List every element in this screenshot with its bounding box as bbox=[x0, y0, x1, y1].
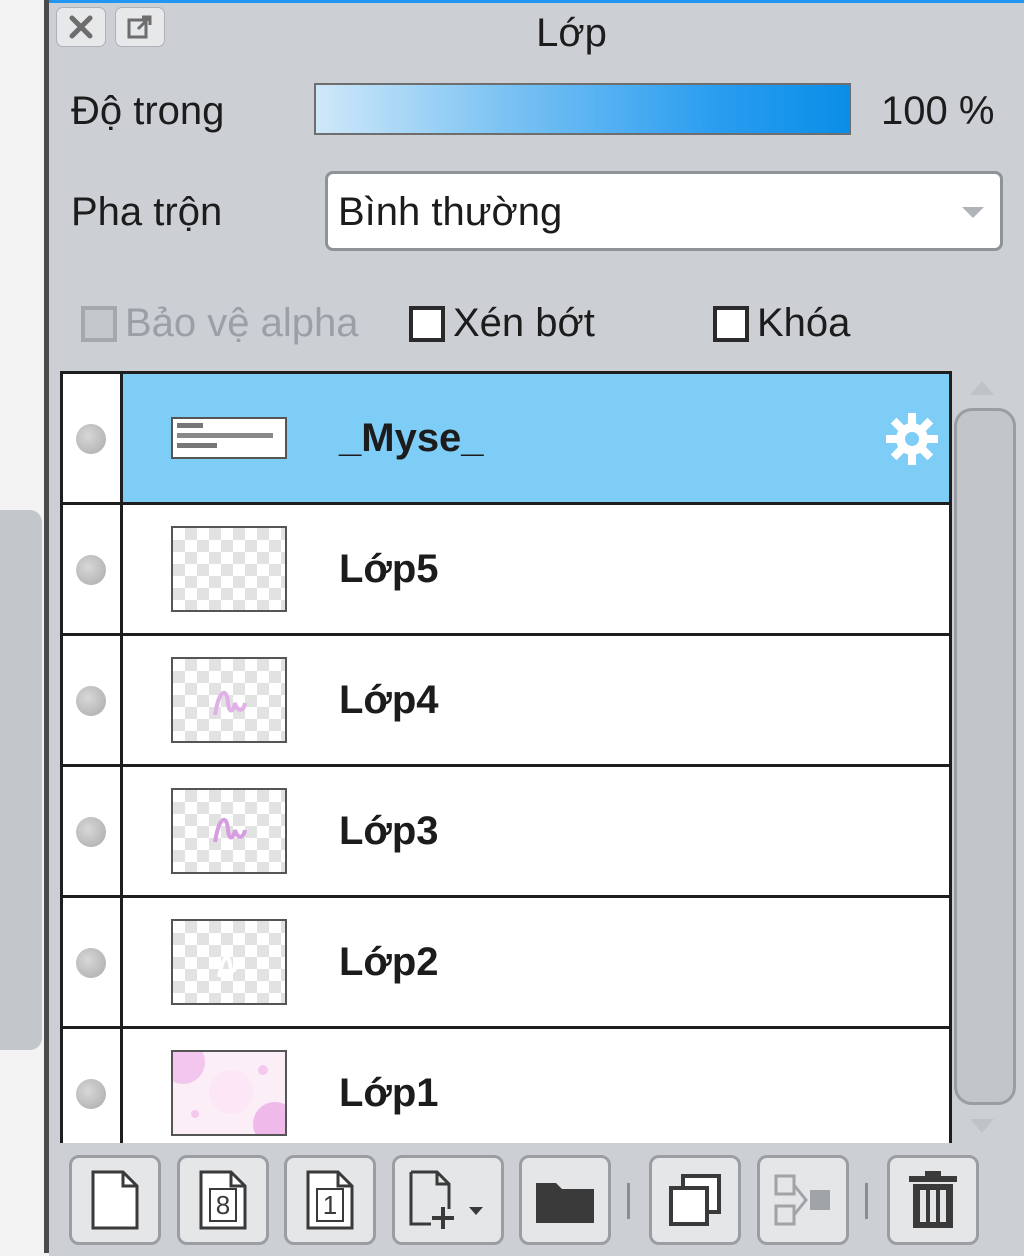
gear-icon[interactable] bbox=[883, 410, 941, 468]
checkbox-box bbox=[81, 305, 117, 342]
layer-row-lop4[interactable]: Lớp4 bbox=[63, 636, 949, 767]
clipping-checkbox[interactable]: Xén bớt bbox=[409, 301, 595, 346]
layer-row-body[interactable]: Lớp4 bbox=[123, 636, 949, 764]
layer-thumbnail bbox=[171, 417, 287, 459]
layer-row-body[interactable]: Lớp2 bbox=[123, 898, 949, 1026]
new-layer-icon bbox=[91, 1170, 139, 1230]
layer-row-body[interactable]: Lớp3 bbox=[123, 767, 949, 895]
checkbox-label: Xén bớt bbox=[453, 301, 595, 345]
layer-row-lop2[interactable]: Lớp2 bbox=[63, 898, 949, 1029]
layer-name: Lớp4 bbox=[339, 678, 439, 722]
lock-checkbox[interactable]: Khóa bbox=[713, 301, 850, 346]
blend-mode-value: Bình thường bbox=[338, 190, 563, 234]
layer-row-lop1[interactable]: Lớp1 bbox=[63, 1029, 949, 1143]
checkbox-box bbox=[713, 305, 749, 342]
visibility-toggle[interactable] bbox=[76, 1079, 106, 1109]
layer-thumbnail bbox=[171, 526, 287, 612]
blend-mode-select[interactable]: Bình thường bbox=[325, 171, 1003, 251]
new-layer-menu-icon bbox=[409, 1170, 483, 1229]
protect-alpha-checkbox[interactable]: Bảo vệ alpha bbox=[81, 301, 359, 346]
layer-thumbnail bbox=[161, 1040, 297, 1143]
layer-row-lop5[interactable]: Lớp5 bbox=[63, 505, 949, 636]
layer-row-body[interactable]: Lớp5 bbox=[123, 505, 949, 633]
layer-thumbnail bbox=[171, 657, 287, 743]
panel-title: Lớp bbox=[536, 11, 607, 55]
opacity-slider[interactable] bbox=[314, 83, 851, 135]
checkbox-label: Bảo vệ alpha bbox=[125, 301, 359, 345]
layer-thumbnail bbox=[171, 919, 287, 1005]
merge-down-icon bbox=[774, 1174, 830, 1226]
toolbar-separator bbox=[627, 1183, 630, 1219]
toolbar-separator bbox=[865, 1183, 868, 1219]
layers-panel: Lớp Độ trong 100 % Pha trộn Bình thường … bbox=[49, 0, 1024, 1256]
layer-row-body[interactable]: _Myse_ bbox=[123, 374, 949, 502]
checkbox-box bbox=[409, 305, 445, 342]
duplicate-icon bbox=[669, 1174, 721, 1226]
delete-layer-button[interactable] bbox=[887, 1155, 979, 1245]
opacity-label: Độ trong bbox=[71, 89, 225, 133]
layer-name: Lớp2 bbox=[339, 940, 439, 984]
merge-layer-button[interactable] bbox=[757, 1155, 849, 1245]
visibility-toggle[interactable] bbox=[76, 555, 106, 585]
layer-name: _Myse_ bbox=[339, 416, 484, 460]
new-layer-menu-button[interactable] bbox=[392, 1155, 504, 1245]
layer-toolbar: 8 1 bbox=[49, 1143, 1024, 1256]
page-8-label: 8 bbox=[216, 1190, 230, 1220]
chevron-down-icon bbox=[962, 207, 984, 218]
layer-name: Lớp3 bbox=[339, 809, 439, 853]
duplicate-layer-button[interactable] bbox=[649, 1155, 741, 1245]
scroll-down-arrow[interactable] bbox=[970, 1119, 994, 1133]
layer-row-myse[interactable]: _Myse_ bbox=[63, 374, 949, 505]
opacity-value: 100 % bbox=[881, 89, 995, 133]
visibility-toggle[interactable] bbox=[76, 817, 106, 847]
visibility-toggle[interactable] bbox=[76, 686, 106, 716]
checkbox-label: Khóa bbox=[757, 301, 851, 345]
layer-list-scrollbar[interactable] bbox=[954, 408, 1016, 1105]
new-raster-layer-button[interactable] bbox=[69, 1155, 161, 1245]
layer-name: Lớp1 bbox=[339, 1071, 439, 1115]
blend-mode-label: Pha trộn bbox=[71, 190, 223, 234]
folder-icon bbox=[536, 1183, 594, 1223]
layer-row-body[interactable]: Lớp1 bbox=[123, 1029, 949, 1143]
visibility-toggle[interactable] bbox=[76, 424, 106, 454]
layer-row-lop3[interactable]: Lớp3 bbox=[63, 767, 949, 898]
layer-thumbnail bbox=[171, 788, 287, 874]
new-8bit-layer-button[interactable]: 8 bbox=[177, 1155, 269, 1245]
new-1bit-layer-button[interactable]: 1 bbox=[284, 1155, 376, 1245]
layer-list: _Myse_ Lớp5 Lớp4 Lớp3 Lớp2 Lớp1 bbox=[60, 371, 952, 1143]
trash-icon bbox=[909, 1171, 957, 1228]
left-dock-tab[interactable] bbox=[0, 510, 42, 1050]
scroll-up-arrow[interactable] bbox=[970, 381, 994, 395]
layer-name: Lớp5 bbox=[339, 547, 439, 591]
new-folder-button[interactable] bbox=[519, 1155, 611, 1245]
page-1-label: 1 bbox=[323, 1190, 337, 1220]
visibility-toggle[interactable] bbox=[76, 948, 106, 978]
